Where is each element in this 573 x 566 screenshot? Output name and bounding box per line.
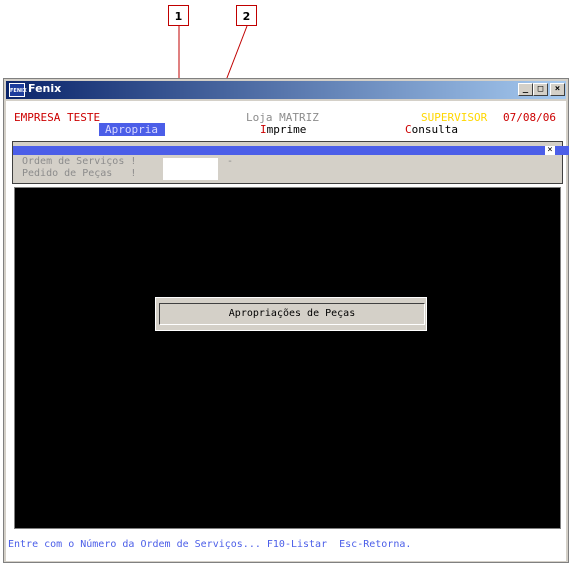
ordem-dash: -: [227, 156, 234, 167]
fenix-window: FENIX Fenix _ □ × EMPRESA TESTE Loja MAT…: [3, 78, 569, 563]
maximize-icon: □: [537, 84, 544, 94]
pedido-pecas-label: Pedido de Peças !: [22, 168, 137, 179]
menu-hotkey: I: [260, 123, 267, 136]
menu-item-apropria[interactable]: Apropria: [99, 123, 165, 136]
company-name: EMPRESA TESTE: [14, 111, 101, 124]
menu-item-label: onsulta: [411, 123, 458, 136]
close-button[interactable]: ×: [550, 83, 565, 96]
session-date: 07/08/06: [503, 111, 556, 124]
window-title: Fenix: [28, 82, 62, 95]
menu-item-imprime[interactable]: Imprime: [260, 123, 306, 136]
minimize-button[interactable]: _: [518, 83, 533, 96]
ordem-servicos-label: Ordem de Serviços !: [22, 156, 137, 167]
status-line: Entre com o Número da Ordem de Serviços.…: [8, 539, 412, 550]
title-bar[interactable]: FENIX Fenix _ □ ×: [6, 81, 566, 99]
form-panel: × Ordem de Serviços ! - Pedido de Peças …: [12, 141, 569, 184]
menu-hotkey: C: [405, 123, 412, 136]
close-icon: ×: [554, 84, 561, 94]
dialog-title: Apropriações de Peças: [159, 303, 425, 325]
minimize-icon: _: [522, 84, 529, 94]
fenix-app-icon: FENIX: [9, 83, 27, 97]
panel-title-bar: [13, 146, 569, 155]
terminal-area: EMPRESA TESTE Loja MATRIZ SUPERVISOR 07/…: [6, 101, 569, 561]
menu-item-consulta[interactable]: Consulta: [405, 123, 458, 136]
apropriacoes-dialog: Apropriações de Peças: [155, 297, 427, 331]
panel-close-icon[interactable]: ×: [545, 146, 555, 155]
menu-item-label: mprime: [266, 123, 307, 136]
terminal-screen: Apropriações de Peças: [14, 187, 561, 529]
ordem-servicos-input[interactable]: [163, 158, 218, 180]
maximize-button[interactable]: □: [533, 83, 548, 96]
